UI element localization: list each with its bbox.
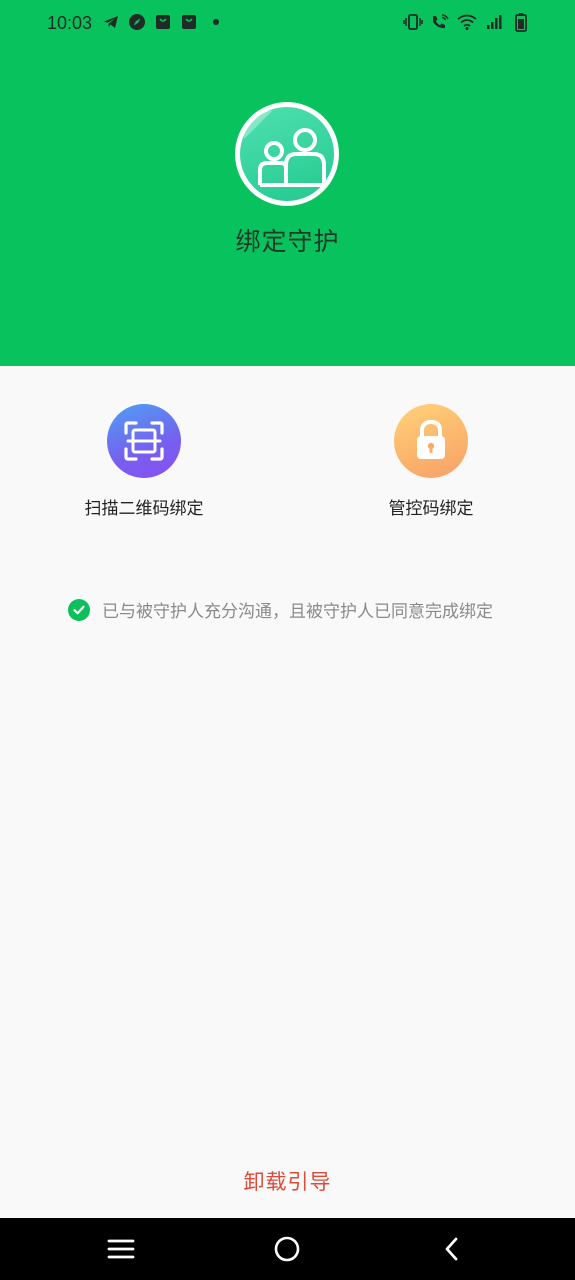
scan-qr-bind-label: 扫描二维码绑定 — [84, 499, 204, 519]
home-icon[interactable] — [270, 1232, 304, 1266]
wifi-call-icon — [430, 12, 450, 32]
vibrate-icon — [403, 12, 423, 32]
scan-qr-bind-button[interactable]: 扫描二维码绑定 — [59, 404, 229, 519]
shopping-bag-icon — [153, 12, 173, 32]
header: 10:03 绑定守护 — [0, 0, 575, 366]
navigation-bar — [0, 1218, 575, 1280]
status-icons-left — [101, 12, 219, 32]
agreement-checkbox[interactable]: 已与被守护人充分沟通，且被守护人已同意完成绑定 — [68, 597, 493, 622]
compass-icon — [127, 12, 147, 32]
agreement-text: 已与被守护人充分沟通，且被守护人已同意完成绑定 — [102, 602, 493, 622]
status-bar: 10:03 — [0, 0, 575, 48]
telegram-icon — [101, 12, 121, 32]
back-icon[interactable] — [435, 1232, 469, 1266]
control-code-bind-button[interactable]: 管控码绑定 — [346, 404, 516, 519]
check-circle-icon[interactable] — [68, 598, 90, 621]
menu-icon[interactable] — [104, 1232, 138, 1266]
parent-child-icon — [240, 107, 334, 201]
battery-icon — [511, 12, 531, 32]
shopping-bag-icon — [179, 12, 199, 32]
signal-icon — [484, 12, 504, 32]
control-code-bind-label: 管控码绑定 — [388, 499, 474, 519]
wifi-icon — [457, 12, 477, 32]
qr-scan-icon — [107, 404, 181, 478]
avatar — [235, 102, 339, 206]
status-icons-right — [403, 12, 531, 32]
page-title: 绑定守护 — [235, 227, 340, 256]
uninstall-guide-link[interactable]: 卸载引导 — [0, 1166, 575, 1196]
dot-icon — [213, 19, 219, 25]
status-time: 10:03 — [47, 13, 93, 33]
lock-icon — [394, 404, 468, 478]
